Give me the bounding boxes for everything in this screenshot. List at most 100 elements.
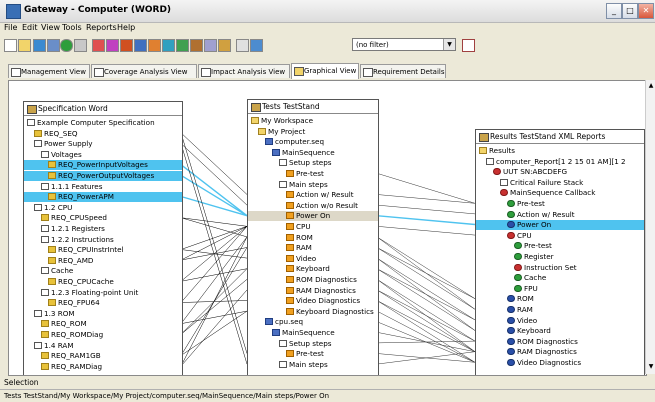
unlink-icon[interactable] xyxy=(106,39,119,52)
tree-item[interactable]: Main steps xyxy=(248,360,378,370)
tree-item[interactable]: Results xyxy=(476,146,644,156)
tree-item[interactable]: Voltages xyxy=(24,150,182,160)
tree-item[interactable]: REQ_SEQ xyxy=(24,129,182,139)
tree-item[interactable]: REQ_PowerOutputVoltages xyxy=(24,171,182,181)
tree-item[interactable]: ROM Diagnostics xyxy=(248,275,378,285)
tree-item[interactable]: Pre-test xyxy=(476,241,644,251)
tree-item[interactable]: Pre-test xyxy=(476,199,644,209)
tree-item[interactable]: REQ_CPUSpeed xyxy=(24,213,182,223)
close-button[interactable]: ✕ xyxy=(638,3,654,19)
tree-item[interactable]: ROM Diagnostics xyxy=(476,337,644,347)
tree-item[interactable]: Cache xyxy=(476,273,644,283)
menu-edit[interactable]: Edit xyxy=(22,23,38,32)
tree-item[interactable]: MainSequence xyxy=(248,148,378,158)
print-icon[interactable] xyxy=(204,39,217,52)
menu-view[interactable]: View xyxy=(41,23,60,32)
tree-item[interactable]: 1.2 CPU xyxy=(24,203,182,213)
tab-graphical-view[interactable]: Graphical View xyxy=(291,63,359,79)
tree-item[interactable]: CPU xyxy=(476,231,644,241)
tree-item[interactable]: REQ_ROMDiag xyxy=(24,330,182,340)
tree-item[interactable]: RAM Diagnostics xyxy=(248,286,378,296)
tree-item[interactable]: MainSequence xyxy=(248,328,378,338)
trace-icon[interactable] xyxy=(120,39,133,52)
tab-impact-analysis-view[interactable]: Impact Analysis View xyxy=(198,64,290,78)
tree-item[interactable]: computer_Report[1 2 15 01 AM][1 2 xyxy=(476,157,644,167)
maximize-button[interactable]: □ xyxy=(622,3,638,19)
tree-item[interactable]: RAM xyxy=(248,243,378,253)
tree-item[interactable]: Pre-test xyxy=(248,169,378,179)
menu-tools[interactable]: Tools xyxy=(62,23,82,32)
tree-item[interactable]: Video xyxy=(248,254,378,264)
tree-item[interactable]: Keyboard xyxy=(476,326,644,336)
tree-item[interactable]: Action w/o Result xyxy=(248,201,378,211)
report-icon[interactable] xyxy=(190,39,203,52)
menu-reports[interactable]: Reports xyxy=(86,23,117,32)
tree-item[interactable]: REQ_CPUCache xyxy=(24,277,182,287)
menu-help[interactable]: Help xyxy=(117,23,135,32)
coverage-icon[interactable] xyxy=(134,39,147,52)
tree-item[interactable]: 1.3 ROM xyxy=(24,309,182,319)
tree-item[interactable]: Power On xyxy=(248,211,378,222)
tree-item[interactable]: CPU xyxy=(248,222,378,232)
tree-item[interactable]: Keyboard Diagnostics xyxy=(248,307,378,317)
tree-item[interactable]: UUT SN:ABCDEFG xyxy=(476,167,644,177)
tree-item[interactable]: Instruction Set xyxy=(476,263,644,273)
tree-item[interactable]: REQ_AMD xyxy=(24,256,182,266)
tree-item[interactable]: REQ_ROM xyxy=(24,319,182,329)
tree-item[interactable]: 1.1.1 Features xyxy=(24,182,182,192)
refresh-icon[interactable] xyxy=(33,39,46,52)
tree-item[interactable]: Main steps xyxy=(248,180,378,190)
tree-item[interactable]: REQ_CPUInstrIntel xyxy=(24,245,182,255)
export-icon[interactable] xyxy=(176,39,189,52)
clear-filter-icon[interactable] xyxy=(462,39,475,52)
menu-file[interactable]: File xyxy=(4,23,17,32)
filter-select[interactable]: (no filter) ▼ xyxy=(352,38,456,51)
tree-item[interactable]: MainSequence Callback xyxy=(476,188,644,198)
tab-requirement-details[interactable]: Requirement Details xyxy=(360,64,446,78)
tree-item[interactable]: Keyboard xyxy=(248,264,378,274)
stop-icon[interactable] xyxy=(74,39,87,52)
save-icon[interactable] xyxy=(47,39,60,52)
impact-icon[interactable] xyxy=(148,39,161,52)
graph-icon[interactable] xyxy=(162,39,175,52)
open-icon[interactable] xyxy=(18,39,31,52)
tree-item[interactable]: My Project xyxy=(248,127,378,137)
tree-item[interactable]: REQ_PowerAPM xyxy=(24,192,182,203)
new-icon[interactable] xyxy=(4,39,17,52)
tree-item[interactable]: Video Diagnostics xyxy=(476,358,644,368)
tree-item[interactable]: REQ_PowerInputVoltages xyxy=(24,160,182,171)
tree-item[interactable]: 1.4 RAM xyxy=(24,341,182,351)
tree-item[interactable]: REQ_RAMDiag xyxy=(24,362,182,372)
chevron-down-icon[interactable]: ▼ xyxy=(443,39,455,50)
tree-item[interactable]: Example Computer Specification xyxy=(24,118,182,128)
tab-coverage-analysis-view[interactable]: Coverage Analysis View xyxy=(91,64,197,78)
tree-item[interactable]: RAM xyxy=(476,305,644,315)
tree-item[interactable]: 1.2.3 Floating-point Unit xyxy=(24,288,182,298)
tree-item[interactable]: Action w/ Result xyxy=(476,210,644,220)
tree-item[interactable]: cpu.seq xyxy=(248,317,378,327)
tree-item[interactable]: My Workspace xyxy=(248,116,378,126)
tree-item[interactable]: Critical Failure Stack xyxy=(476,178,644,188)
tab-management-view[interactable]: Management View xyxy=(8,64,90,78)
tree-item[interactable]: Setup steps xyxy=(248,158,378,168)
tree-item[interactable]: Video Diagnostics xyxy=(248,296,378,306)
tree-item[interactable]: Cache xyxy=(24,266,182,276)
settings-icon[interactable] xyxy=(236,39,249,52)
tree-item[interactable]: Power On xyxy=(476,220,644,231)
link-icon[interactable] xyxy=(92,39,105,52)
vertical-scrollbar[interactable]: ▲ ▼ xyxy=(645,80,655,374)
minimize-button[interactable]: _ xyxy=(606,3,622,19)
tree-item[interactable]: Power Supply xyxy=(24,139,182,149)
tree-item[interactable]: Action w/ Result xyxy=(248,190,378,200)
tree-item[interactable]: 1.2.1 Registers xyxy=(24,224,182,234)
scroll-down-icon[interactable]: ▼ xyxy=(647,363,655,371)
scroll-up-icon[interactable]: ▲ xyxy=(647,82,655,90)
tree-item[interactable]: Register xyxy=(476,252,644,262)
run-icon[interactable] xyxy=(60,39,73,52)
tree-item[interactable]: 1.2.2 Instructions xyxy=(24,235,182,245)
tree-item[interactable]: Pre-test xyxy=(248,349,378,359)
filter-icon[interactable] xyxy=(250,39,263,52)
tree-item[interactable]: REQ_FPU64 xyxy=(24,298,182,308)
tree-item[interactable]: ROM xyxy=(476,294,644,304)
tree-item[interactable]: FPU xyxy=(476,284,644,294)
